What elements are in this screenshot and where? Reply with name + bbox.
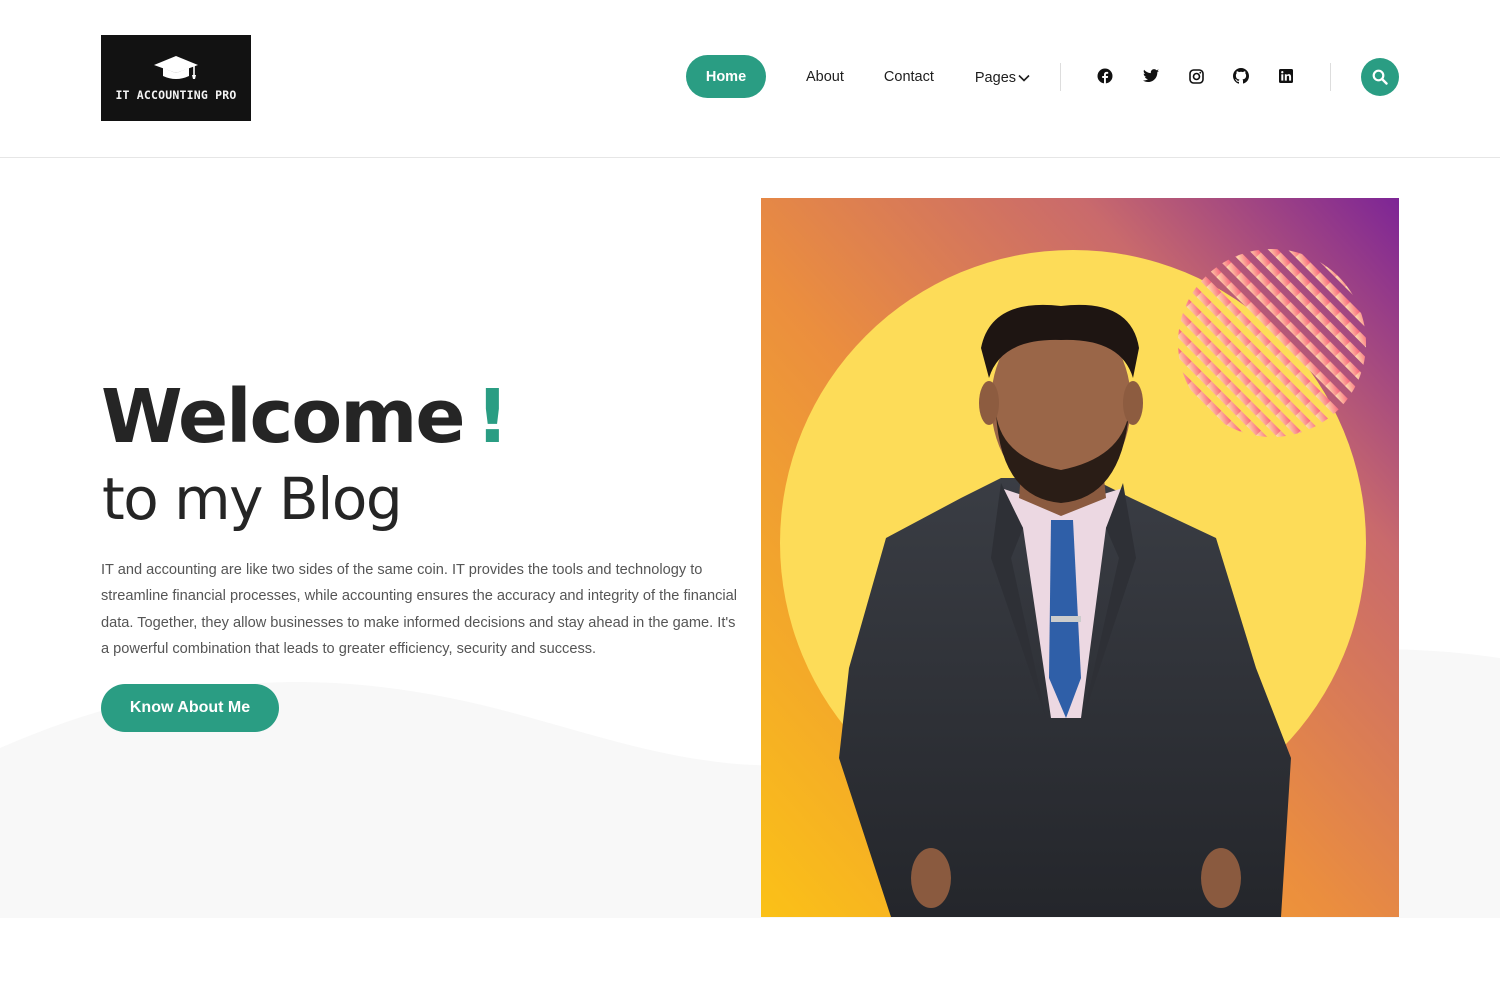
- nav-home[interactable]: Home: [686, 55, 766, 98]
- nav-about[interactable]: About: [806, 69, 844, 85]
- graduation-cap-icon: [154, 56, 198, 79]
- search-button[interactable]: [1361, 58, 1399, 96]
- hero-title: Welcome!: [101, 380, 509, 454]
- search-icon: [1372, 69, 1388, 85]
- hero-title-text: Welcome: [101, 374, 466, 460]
- hero-subtitle: to my Blog: [102, 465, 403, 533]
- github-icon[interactable]: [1232, 67, 1250, 85]
- site-header: IT ACCOUNTING PRO Home About Contact Pag…: [0, 0, 1500, 158]
- nav-contact[interactable]: Contact: [884, 69, 934, 85]
- nav-pages[interactable]: Pages: [975, 67, 1030, 86]
- site-logo[interactable]: IT ACCOUNTING PRO: [101, 35, 251, 121]
- hero-portrait-image: [761, 198, 1399, 917]
- nav-divider: [1330, 63, 1331, 91]
- main-nav: Home About Contact Pages: [686, 55, 1030, 98]
- facebook-icon[interactable]: [1096, 67, 1114, 85]
- know-about-me-button[interactable]: Know About Me: [101, 684, 279, 732]
- chevron-down-icon: [1018, 74, 1030, 82]
- hero-paragraph: IT and accounting are like two sides of …: [101, 562, 737, 658]
- twitter-icon[interactable]: [1142, 67, 1160, 85]
- nav-pages-label: Pages: [974, 70, 1017, 86]
- nav-divider: [1060, 63, 1061, 91]
- logo-text: IT ACCOUNTING PRO: [115, 88, 237, 102]
- instagram-icon[interactable]: [1187, 67, 1205, 85]
- hero-title-mark: !: [475, 374, 510, 460]
- linkedin-icon[interactable]: [1277, 67, 1295, 85]
